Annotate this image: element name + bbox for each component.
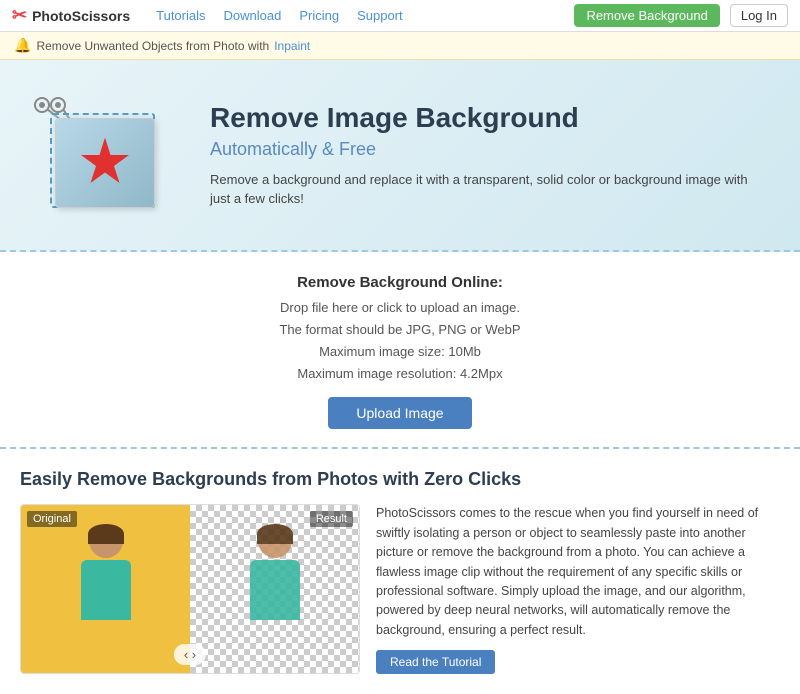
hero-title: Remove Image Background (210, 101, 760, 135)
label-result: Result (310, 511, 353, 527)
nav-support[interactable]: Support (357, 8, 403, 23)
hint-line1: Drop file here or click to upload an ima… (20, 297, 780, 319)
login-button[interactable]: Log In (730, 4, 788, 27)
hero-section: Remove Image Background Automatically & … (0, 60, 800, 252)
inpaint-link[interactable]: Inpaint (274, 39, 310, 53)
notice-text: Remove Unwanted Objects from Photo with (36, 39, 269, 53)
photo-card-inner (56, 119, 154, 207)
tutorial-button[interactable]: Read the Tutorial (376, 650, 495, 674)
hero-text: Remove Image Background Automatically & … (210, 101, 760, 209)
remove-background-button[interactable]: Remove Background (574, 4, 719, 27)
star-shape (80, 138, 130, 188)
comparison-area: Original Result ‹ › (20, 504, 360, 674)
notice-bar: 🔔 Remove Unwanted Objects from Photo wit… (0, 32, 800, 60)
logo-text: PhotoScissors (32, 8, 130, 24)
navbar: ✂ PhotoScissors Tutorials Download Prici… (0, 0, 800, 32)
nav-download[interactable]: Download (224, 8, 282, 23)
comparison-original (21, 505, 190, 673)
nav-tutorials[interactable]: Tutorials (156, 8, 205, 23)
description-text: PhotoScissors comes to the rescue when y… (376, 506, 758, 636)
hint-line4: Maximum image resolution: 4.2Mpx (20, 363, 780, 385)
navbar-right: Remove Background Log In (574, 4, 788, 27)
scissors-card (35, 98, 165, 213)
photo-card (55, 118, 155, 208)
upload-button[interactable]: Upload Image (328, 397, 471, 429)
comparison-result (190, 505, 359, 673)
upload-section: Remove Background Online: Drop file here… (0, 252, 800, 449)
nav-pricing[interactable]: Pricing (299, 8, 339, 23)
upload-hint: Drop file here or click to upload an ima… (20, 297, 780, 385)
label-original: Original (27, 511, 77, 527)
person-body (81, 560, 131, 620)
person-figure-result (240, 524, 310, 654)
description-area: PhotoScissors comes to the rescue when y… (376, 504, 780, 674)
hint-line3: Maximum image size: 10Mb (20, 341, 780, 363)
comparison-nav-arrows[interactable]: ‹ › (174, 644, 206, 665)
lower-content: Original Result ‹ › PhotoScissors comes … (20, 504, 780, 674)
person-figure-original (71, 524, 141, 654)
person-hair (88, 524, 124, 544)
logo[interactable]: ✂ PhotoScissors (12, 5, 130, 26)
hero-image (20, 90, 180, 220)
person-hair-result (257, 524, 293, 544)
hero-description: Remove a background and replace it with … (210, 170, 760, 209)
bell-icon: 🔔 (14, 37, 31, 54)
lower-section: Easily Remove Backgrounds from Photos wi… (0, 449, 800, 694)
lower-title: Easily Remove Backgrounds from Photos wi… (20, 469, 780, 490)
nav-links: Tutorials Download Pricing Support (156, 8, 403, 23)
hint-line2: The format should be JPG, PNG or WebP (20, 319, 780, 341)
logo-icon: ✂ (12, 5, 27, 26)
hero-subtitle: Automatically & Free (210, 139, 760, 160)
upload-title: Remove Background Online: (20, 274, 780, 291)
person-body-result (250, 560, 300, 620)
